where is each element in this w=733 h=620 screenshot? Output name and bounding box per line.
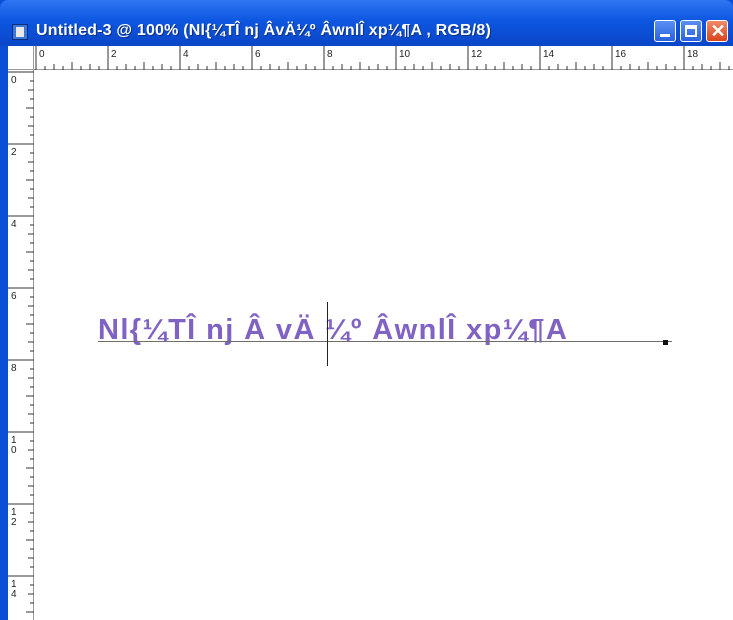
ruler-label: 4	[11, 589, 17, 600]
minimize-button[interactable]	[654, 20, 676, 42]
ruler-label: 0	[11, 445, 17, 456]
minimize-icon	[660, 34, 670, 37]
ruler-label: 12	[471, 49, 483, 60]
text-baseline	[98, 341, 672, 342]
ruler-label: 4	[183, 49, 189, 60]
image-canvas[interactable]: Nl{¼TÎ nj Â vÄ ¼º ÂwnlÎ xp¼¶A	[34, 70, 733, 620]
document-icon[interactable]	[12, 24, 28, 40]
ruler-label: 6	[11, 291, 17, 302]
document-area: 0 2 4 6 8 10 12 14 16 18 0 2 4 6 8 10 12 14 Nl{¼TÎ nj Â …	[8, 46, 733, 620]
ruler-label: 8	[11, 363, 17, 374]
ruler-label: 2	[11, 147, 17, 158]
ruler-origin-corner[interactable]	[8, 46, 34, 70]
document-window: Untitled-3 @ 100% (Nl{¼TÎ nj ÂvÄ¼º ÂwnlÎ…	[0, 0, 733, 620]
ruler-label: 4	[11, 219, 17, 230]
text-end-handle[interactable]	[663, 340, 668, 345]
text-cursor	[327, 302, 328, 366]
ruler-label: 0	[39, 49, 45, 60]
close-icon: ✕	[710, 21, 726, 41]
horizontal-ruler[interactable]: 0 2 4 6 8 10 12 14 16 18	[34, 46, 733, 70]
ruler-label: 2	[111, 49, 117, 60]
ruler-label: 16	[615, 49, 627, 60]
title-bar[interactable]: Untitled-3 @ 100% (Nl{¼TÎ nj ÂvÄ¼º ÂwnlÎ…	[0, 0, 733, 46]
text-layer[interactable]: Nl{¼TÎ nj Â vÄ ¼º ÂwnlÎ xp¼¶A	[98, 314, 568, 347]
ruler-label: 6	[255, 49, 261, 60]
ruler-label: 18	[687, 49, 699, 60]
ruler-label: 0	[11, 75, 17, 86]
ruler-label: 8	[327, 49, 333, 60]
ruler-label: 10	[399, 49, 411, 60]
window-title: Untitled-3 @ 100% (Nl{¼TÎ nj ÂvÄ¼º ÂwnlÎ…	[36, 22, 492, 39]
ruler-label: 14	[543, 49, 555, 60]
close-button[interactable]: ✕	[706, 20, 728, 42]
ruler-label: 2	[11, 517, 17, 528]
vertical-ruler[interactable]: 02468101214	[8, 70, 34, 620]
maximize-icon	[685, 25, 697, 37]
maximize-button[interactable]	[680, 20, 702, 42]
